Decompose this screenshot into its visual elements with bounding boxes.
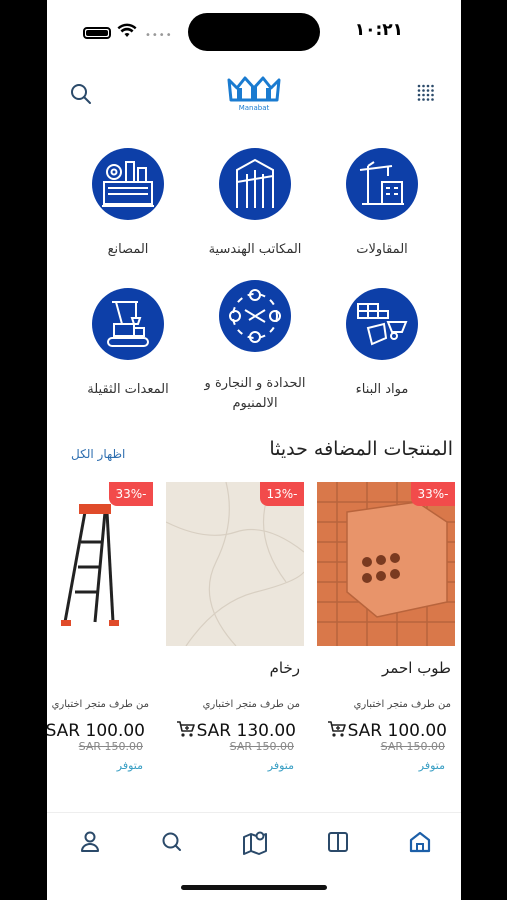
section-title: المنتجات المضافه حديثا [269,438,453,460]
status-time: ١٠:٢١ [354,20,403,40]
status-bar: •••• ١٠:٢١ [47,0,461,60]
dynamic-island [188,13,320,51]
add-to-cart-icon[interactable] [327,720,347,738]
crane-building-icon [346,148,418,220]
product-old-price: SAR 150.00 [380,740,445,753]
app-logo: Manabat [227,76,281,112]
discount-badge: 33%- [109,482,153,506]
wifi-icon [117,23,137,37]
search-icon[interactable] [157,827,187,857]
product-card[interactable]: 33%- طوب احمر من طرف متجر اختباري SAR 10… [317,482,455,782]
tools-icon [219,280,291,352]
battery-icon [83,27,111,39]
signal-icon: •••• [145,30,173,41]
map-icon[interactable] [240,827,270,857]
product-vendor: من طرف متجر اختباري [353,699,451,710]
product-price: SAR 100.00 [347,721,447,741]
product-image [166,482,304,646]
product-vendor: من طرف متجر اختباري [202,699,300,710]
product-card[interactable]: 13%- رخام من طرف متجر اختباري SAR 130.00… [166,482,304,782]
heavy-equipment-icon [92,288,164,360]
book-icon[interactable] [323,827,353,857]
discount-badge: 33%- [411,482,455,506]
factory-icon [92,148,164,220]
availability-status: متوفر [418,759,445,772]
app-header: Manabat [47,70,461,120]
product-vendor: من طرف متجر اختباري [51,699,149,710]
availability-status: متوفر [267,759,294,772]
product-price: SAR 100.00 [47,721,145,741]
product-price: SAR 130.00 [196,721,296,741]
category-label: المكاتب الهندسية [208,242,302,257]
home-icon[interactable] [405,827,435,857]
discount-badge: 13%- [260,482,304,506]
category-label: المعدات الثقيلة [87,382,169,397]
product-old-price: SAR 150.00 [229,740,294,753]
product-name: رخام [269,659,300,677]
product-image [47,482,153,646]
search-icon[interactable] [69,82,93,106]
product-image [317,482,455,646]
show-all-link[interactable]: اظهار الكل [71,447,125,461]
category-label: الحدادة و النجارة و الالمنيوم [204,376,306,411]
category-label: مواد البناء [355,382,409,397]
home-indicator [181,885,327,890]
add-to-cart-icon[interactable] [176,720,196,738]
building-materials-icon [346,288,418,360]
category-label: المقاولات [356,242,408,257]
engineering-office-icon [219,148,291,220]
product-old-price: SAR 150.00 [78,740,143,753]
category-label: المصانع [107,242,149,257]
profile-icon[interactable] [75,827,105,857]
app-screen: •••• ١٠:٢١ Manabat المقاولات المكاتب اله… [47,0,461,900]
svg-text:Manabat: Manabat [239,104,270,112]
product-card[interactable]: 33%- من طرف متجر اختباري SAR 100.00 SAR … [47,482,153,782]
product-name: طوب احمر [382,659,451,677]
grid-menu-icon[interactable] [417,84,435,102]
availability-status: متوفر [116,759,143,772]
